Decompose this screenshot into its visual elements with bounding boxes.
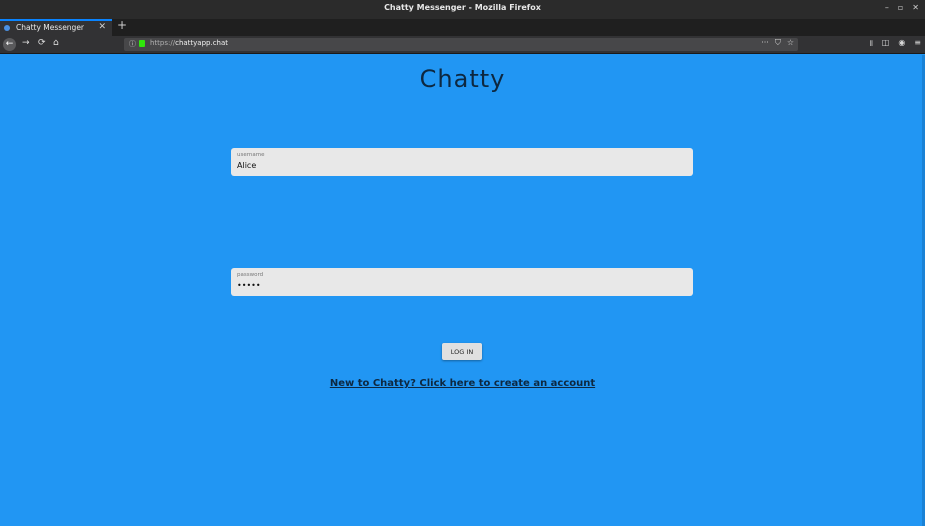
forward-icon[interactable]: → [22, 38, 30, 48]
new-tab-button[interactable]: + [117, 18, 127, 32]
account-icon[interactable]: ◉ [898, 38, 905, 52]
home-icon[interactable]: ⌂ [53, 38, 59, 48]
password-input[interactable]: ••••• [237, 281, 677, 290]
password-field[interactable]: password ••••• [231, 268, 693, 296]
site-info-icon[interactable]: ⓘ [129, 39, 136, 49]
tab-chatty-messenger[interactable]: Chatty Messenger ✕ [0, 19, 112, 36]
back-icon[interactable]: ← [3, 38, 16, 51]
app-title: Chatty [419, 65, 506, 93]
lock-icon [139, 40, 145, 47]
reload-icon[interactable]: ⟳ [38, 38, 46, 48]
window-controls: – ▫ ✕ [885, 3, 919, 12]
page-actions-icon[interactable]: ··· [761, 38, 769, 48]
url-text[interactable]: https://chattyapp.chat [150, 39, 228, 47]
login-button[interactable]: LOG IN [442, 343, 482, 360]
page-content: Chatty username Alice password ••••• LOG… [0, 55, 925, 526]
username-label: username [237, 152, 265, 158]
bookmark-star-icon[interactable]: ☆ [787, 38, 794, 48]
password-label: password [237, 272, 264, 278]
minimize-icon[interactable]: – [885, 3, 889, 12]
navigation-toolbar: ← → ⟳ ⌂ ⓘ https://chattyapp.chat ··· ⛉ ☆… [0, 36, 925, 54]
toolbar-right: 𝍪 ◫ ◉ ≡ [870, 38, 921, 52]
url-bar[interactable]: ⓘ https://chattyapp.chat ··· ⛉ ☆ [124, 38, 798, 51]
username-input[interactable]: Alice [237, 161, 677, 170]
tab-strip: Chatty Messenger ✕ + [0, 18, 925, 36]
create-account-link[interactable]: New to Chatty? Click here to create an a… [0, 378, 925, 389]
window-title: Chatty Messenger - Mozilla Firefox [384, 3, 541, 12]
tab-close-icon[interactable]: ✕ [98, 22, 106, 32]
username-field[interactable]: username Alice [231, 148, 693, 176]
menu-icon[interactable]: ≡ [914, 38, 921, 52]
restore-icon[interactable]: ▫ [898, 3, 903, 12]
url-bar-actions: ··· ⛉ ☆ [761, 38, 794, 48]
favicon-icon [4, 25, 10, 31]
pocket-icon[interactable]: ⛉ [775, 38, 781, 48]
url-host: chattyapp.chat [175, 39, 229, 47]
url-scheme: https:// [150, 39, 176, 47]
tab-label: Chatty Messenger [16, 23, 85, 32]
library-icon[interactable]: 𝍪 [870, 38, 873, 52]
sidebar-icon[interactable]: ◫ [882, 38, 890, 52]
window-titlebar: Chatty Messenger - Mozilla Firefox – ▫ ✕ [0, 0, 925, 19]
close-window-icon[interactable]: ✕ [912, 3, 919, 12]
